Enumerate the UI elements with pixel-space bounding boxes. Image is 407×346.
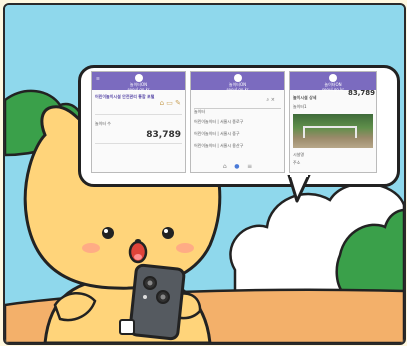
scene-frame: 놀이터ON seoul.go.kr ☰ 어린이놀이시설 안전관리 통합 포털 ⌂…: [3, 3, 406, 345]
app-logo-icon: [233, 74, 242, 82]
app-logo-icon: [329, 74, 337, 82]
banner-icons: ⌂ ▭ ✎: [159, 99, 181, 107]
app-sub: seoul.go.kr: [226, 86, 249, 92]
playground-photo: [293, 114, 373, 148]
phone-charm: [119, 319, 135, 335]
app-screen-search: 놀이터ON seoul.go.kr 놀이터 ⌕ × 어린이놀이터 | 서울시 종…: [190, 71, 285, 173]
location-pin-icon[interactable]: ●: [234, 163, 239, 170]
detail-subtitle: 놀이터1: [293, 104, 307, 109]
app-logo-icon: [134, 74, 143, 82]
list-nav-icon[interactable]: ≡: [247, 163, 252, 170]
app-header: 놀이터ON seoul.go.kr ☰: [92, 72, 185, 92]
divider: [95, 143, 182, 144]
corner-count: 83,789: [347, 89, 375, 97]
search-icon[interactable]: ⌕ ×: [266, 97, 275, 103]
search-bar[interactable]: 놀이터 ⌕ ×: [194, 97, 281, 114]
bottom-nav: ⌂ ● ≡: [191, 163, 284, 170]
count-label: 놀이터 수: [95, 121, 111, 126]
app-sub: seoul.go.kr: [321, 86, 345, 92]
app-sub: seoul.go.kr: [127, 86, 150, 92]
info-row: 시설명: [293, 152, 305, 157]
speech-bubble-tail: [287, 175, 311, 203]
home-nav-icon[interactable]: ⌂: [223, 163, 227, 170]
menu-icon[interactable]: ☰: [96, 76, 100, 82]
result-item[interactable]: 어린이놀이터 | 서울시 용산구: [191, 137, 284, 149]
search-input[interactable]: 놀이터: [194, 109, 205, 114]
app-screen-home: 놀이터ON seoul.go.kr ☰ 어린이놀이시설 안전관리 통합 포털 ⌂…: [91, 71, 186, 173]
count-value: 83,789: [146, 130, 181, 140]
info-row: 주소: [293, 160, 301, 165]
app-screen-detail: 놀이터ON seoul.go.kr 83,789 놀이시설 상세 놀이터1 시설…: [289, 71, 377, 173]
app-header: 놀이터ON seoul.go.kr: [290, 72, 376, 92]
result-item[interactable]: 어린이놀이터 | 서울시 중구: [191, 125, 284, 137]
app-header: 놀이터ON seoul.go.kr: [191, 72, 284, 92]
